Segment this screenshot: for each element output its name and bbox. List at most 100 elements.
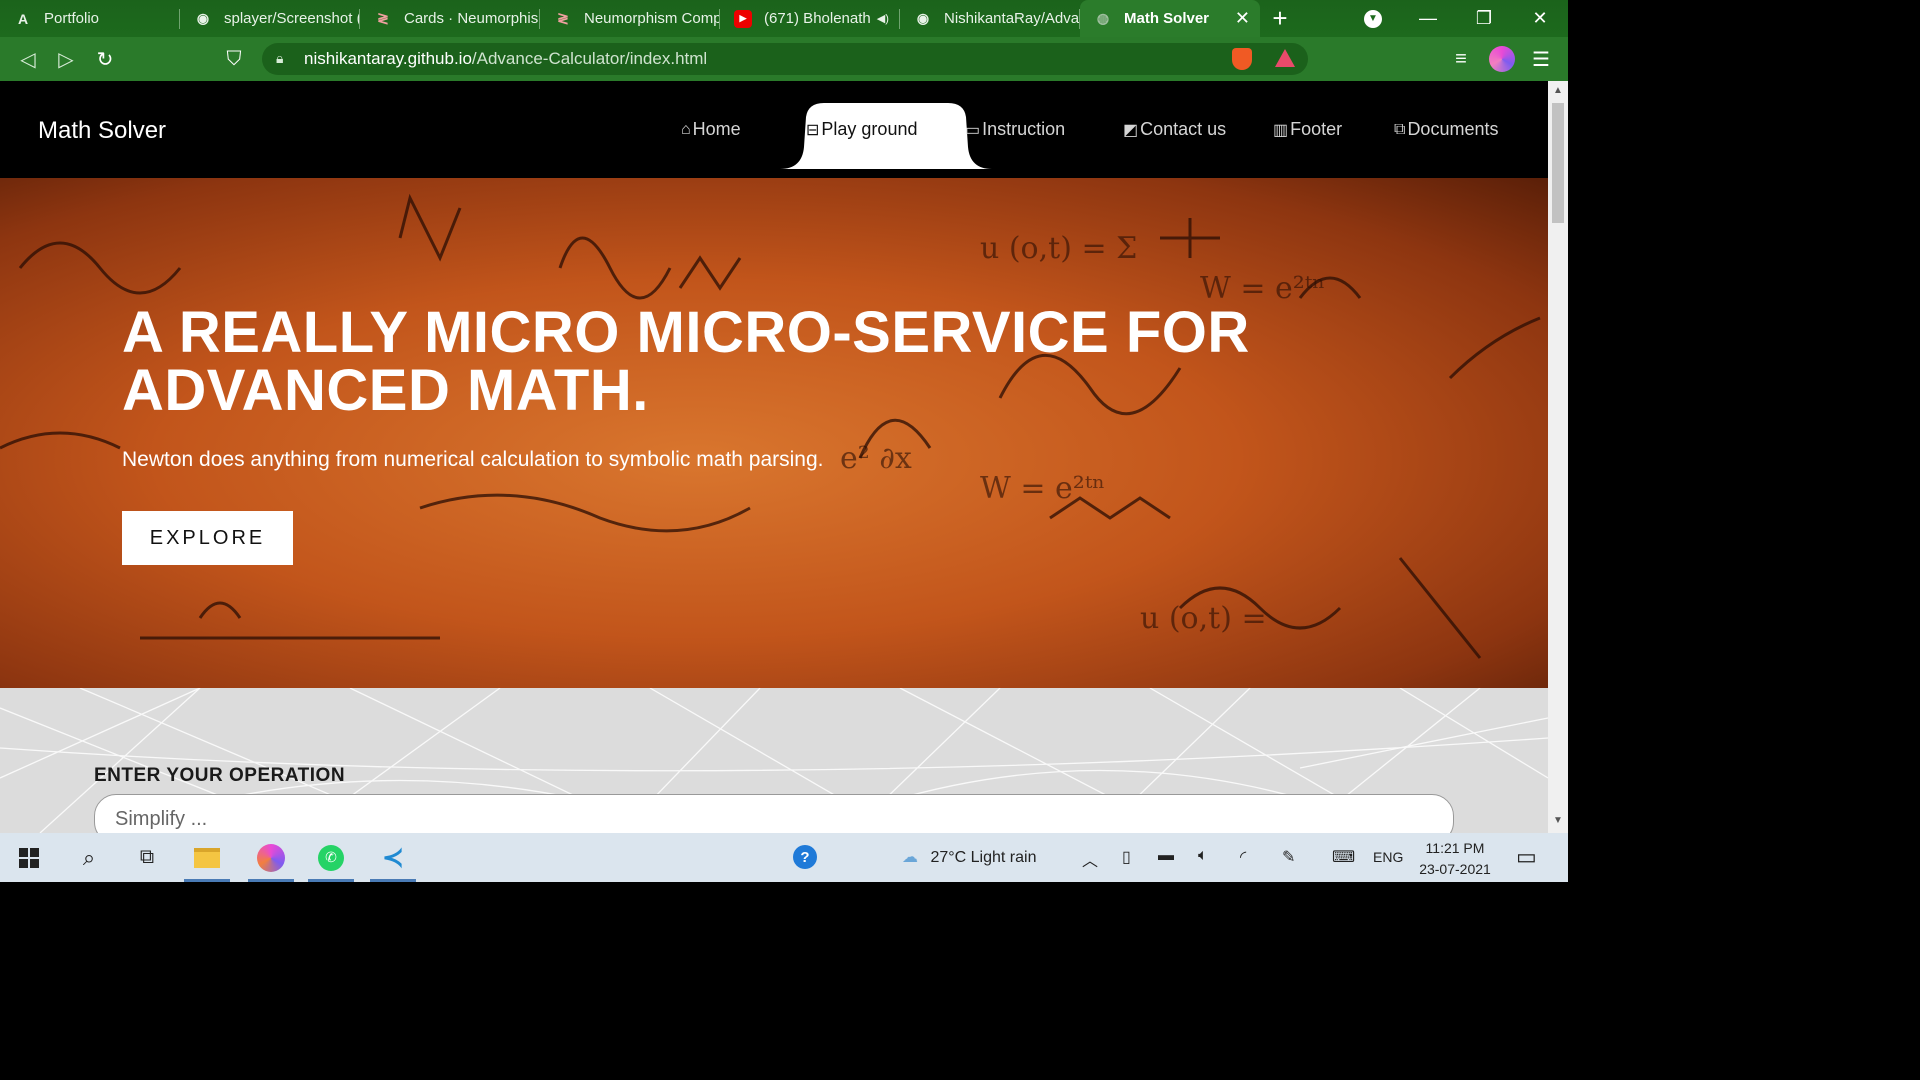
search-icon: ⌕: [82, 844, 96, 870]
help-icon: ?: [793, 845, 817, 869]
nav-label: Instruction: [982, 119, 1066, 139]
network-tray-icon[interactable]: ◜: [1240, 847, 1246, 867]
battery-icon: ▬: [1158, 847, 1174, 864]
forward-arrow-icon: ▷: [58, 48, 74, 71]
tab-splayer-screenshot[interactable]: ◉ splayer/Screenshot (: [180, 0, 360, 37]
keyboard-tray-icon[interactable]: ⌨: [1332, 847, 1355, 867]
playlist-button[interactable]: ≡: [1448, 47, 1474, 71]
folder-icon: [194, 847, 220, 868]
pen-icon: ✎: [1282, 849, 1296, 866]
taskbar-clock[interactable]: 11:21 PM 23-07-2021: [1410, 838, 1500, 880]
scroll-up-arrow-icon[interactable]: ▲: [1552, 85, 1564, 97]
start-button[interactable]: [0, 833, 58, 882]
taskbar-file-explorer[interactable]: [178, 833, 236, 882]
pen-tray-icon[interactable]: ✎: [1282, 847, 1295, 867]
nav-label: Footer: [1290, 119, 1343, 139]
forward-button[interactable]: ▷: [53, 47, 79, 71]
explore-button[interactable]: EXPLORE: [122, 511, 293, 565]
tab-portfolio[interactable]: A Portfolio: [0, 0, 180, 37]
hero-math-background-image: u (o,t) = Σ W = e²ᵗⁿ e² ∂x u (o,t) = W =…: [0, 193, 1541, 659]
new-tab-button[interactable]: +: [1260, 0, 1300, 37]
taskbar-whatsapp[interactable]: ✆: [302, 833, 360, 882]
minimize-button[interactable]: —: [1400, 0, 1456, 37]
tab-label: splayer/Screenshot (: [224, 10, 360, 27]
nav-contact-us[interactable]: ◩ Contact us: [1123, 119, 1226, 140]
operation-input[interactable]: [94, 794, 1454, 833]
tab-label: Neumorphism Comp: [584, 10, 720, 27]
address-bar[interactable]: 🔒︎ nishikantaray.github.io/Advance-Calcu…: [262, 43, 1308, 75]
site-brand[interactable]: Math Solver: [38, 117, 166, 145]
back-arrow-icon: ◁: [20, 48, 36, 71]
notifications-button[interactable]: ▭: [1516, 844, 1537, 870]
address-url: nishikantaray.github.io/Advance-Calculat…: [304, 49, 707, 69]
hero-banner: u (o,t) = Σ W = e²ᵗⁿ e² ∂x u (o,t) = W =…: [0, 178, 1548, 688]
reload-button[interactable]: ↻: [92, 47, 118, 71]
weather-widget[interactable]: ☁ 27°C Light rain: [902, 847, 1036, 867]
device-tray-icon[interactable]: ▯: [1122, 847, 1131, 867]
task-view-button[interactable]: ⧉: [118, 833, 176, 882]
reload-icon: ↻: [96, 48, 114, 71]
taskbar-vscode[interactable]: ≺: [364, 833, 422, 882]
back-button[interactable]: ◁: [15, 47, 41, 71]
youtube-icon: ▶: [734, 9, 752, 28]
speaker-icon[interactable]: ◀): [877, 12, 889, 25]
help-tray-button[interactable]: ?: [793, 845, 817, 869]
nav-instruction[interactable]: ▭ Instruction: [965, 119, 1065, 140]
operation-heading: ENTER YOUR OPERATION: [94, 765, 346, 786]
tab-label: Math Solver: [1124, 10, 1210, 27]
close-window-button[interactable]: ✕: [1512, 0, 1568, 37]
tab-cards-neumorphism[interactable]: ≷ Cards · Neumorphisr: [360, 0, 540, 37]
browser-tab-strip: A Portfolio ◉ splayer/Screenshot ( ≷ Car…: [0, 0, 1568, 37]
nav-label: Documents: [1407, 119, 1499, 139]
globe-icon: ◍: [1096, 10, 1110, 26]
page-scrollbar[interactable]: ▲ ▼: [1548, 81, 1568, 833]
chevron-down-circle-icon: ▼: [1364, 9, 1382, 28]
tab-youtube-bholenath[interactable]: ▶ (671) Bholenath ◀): [720, 0, 900, 37]
profile-avatar[interactable]: [1489, 46, 1515, 72]
codepen-icon: ≷: [557, 10, 569, 26]
hero-title: A REALLY MICRO MICRO-SERVICE FOR ADVANCE…: [122, 300, 1250, 423]
minimize-icon: —: [1419, 8, 1437, 28]
nav-documents[interactable]: ⧉ Documents: [1394, 119, 1498, 140]
home-icon: ⌂: [681, 120, 691, 138]
documents-icon: ⧉: [1394, 120, 1406, 138]
show-hidden-icons-button[interactable]: ︿: [1082, 847, 1098, 871]
scrollbar-thumb[interactable]: [1552, 103, 1564, 223]
playlist-icon: ≡: [1455, 47, 1467, 70]
browser-toolbar: ◁ ▷ ↻ ⛉ 🔒︎ nishikantaray.github.io/Advan…: [0, 37, 1568, 81]
weather-text: 27°C Light rain: [930, 849, 1037, 866]
taskbar-brave-browser[interactable]: [242, 833, 300, 882]
footer-chart-icon: ▥: [1273, 121, 1289, 139]
close-tab-icon[interactable]: ✕: [1235, 8, 1250, 29]
brave-shield-icon[interactable]: [1232, 48, 1252, 70]
speaker-icon: 🔈︎: [1198, 847, 1208, 864]
nav-play-ground[interactable]: ⊟ Play ground: [806, 119, 917, 140]
tab-nishikantaray-repo[interactable]: ◉ NishikantaRay/Advar: [900, 0, 1080, 37]
url-host: nishikantaray.github.io: [304, 49, 472, 68]
clock-time: 11:21 PM: [1425, 840, 1485, 856]
nav-home[interactable]: ⌂ Home: [681, 119, 741, 140]
restore-button[interactable]: ❐: [1456, 0, 1512, 37]
volume-tray-icon[interactable]: 🔈︎: [1198, 847, 1208, 865]
nav-footer[interactable]: ▥ Footer: [1273, 119, 1342, 140]
github-icon: ◉: [916, 10, 930, 26]
browser-menu-button[interactable]: ☰: [1528, 47, 1554, 71]
search-button[interactable]: ⌕: [60, 833, 118, 882]
tab-neumorphism-comp[interactable]: ≷ Neumorphism Comp: [540, 0, 720, 37]
touch-keyboard-icon: ⌨: [1332, 849, 1356, 866]
tab-menu-button[interactable]: ▼: [1345, 0, 1401, 37]
windows-taskbar: ⌕ ⧉ ✆ ≺ ? ☁ 27°C Light rain ︿ ▯ ▬ 🔈︎ ◜ ✎…: [0, 833, 1568, 882]
language-indicator[interactable]: ENG: [1373, 849, 1403, 865]
bookmark-button[interactable]: ⛉: [221, 47, 247, 71]
codepen-icon: ≷: [377, 10, 389, 26]
brave-rewards-icon[interactable]: [1275, 49, 1295, 67]
chevron-up-icon: ︿: [1082, 853, 1099, 870]
url-path: /Advance-Calculator/index.html: [471, 49, 708, 68]
github-icon: ◉: [196, 10, 210, 26]
battery-tray-icon[interactable]: ▬: [1158, 847, 1174, 865]
tab-label: (671) Bholenath: [764, 10, 871, 27]
tab-label: NishikantaRay/Advar: [944, 10, 1080, 27]
tab-math-solver[interactable]: ◍ Math Solver ✕: [1080, 0, 1260, 37]
wifi-icon: ◜: [1240, 849, 1247, 866]
scroll-down-arrow-icon[interactable]: ▼: [1552, 815, 1564, 827]
